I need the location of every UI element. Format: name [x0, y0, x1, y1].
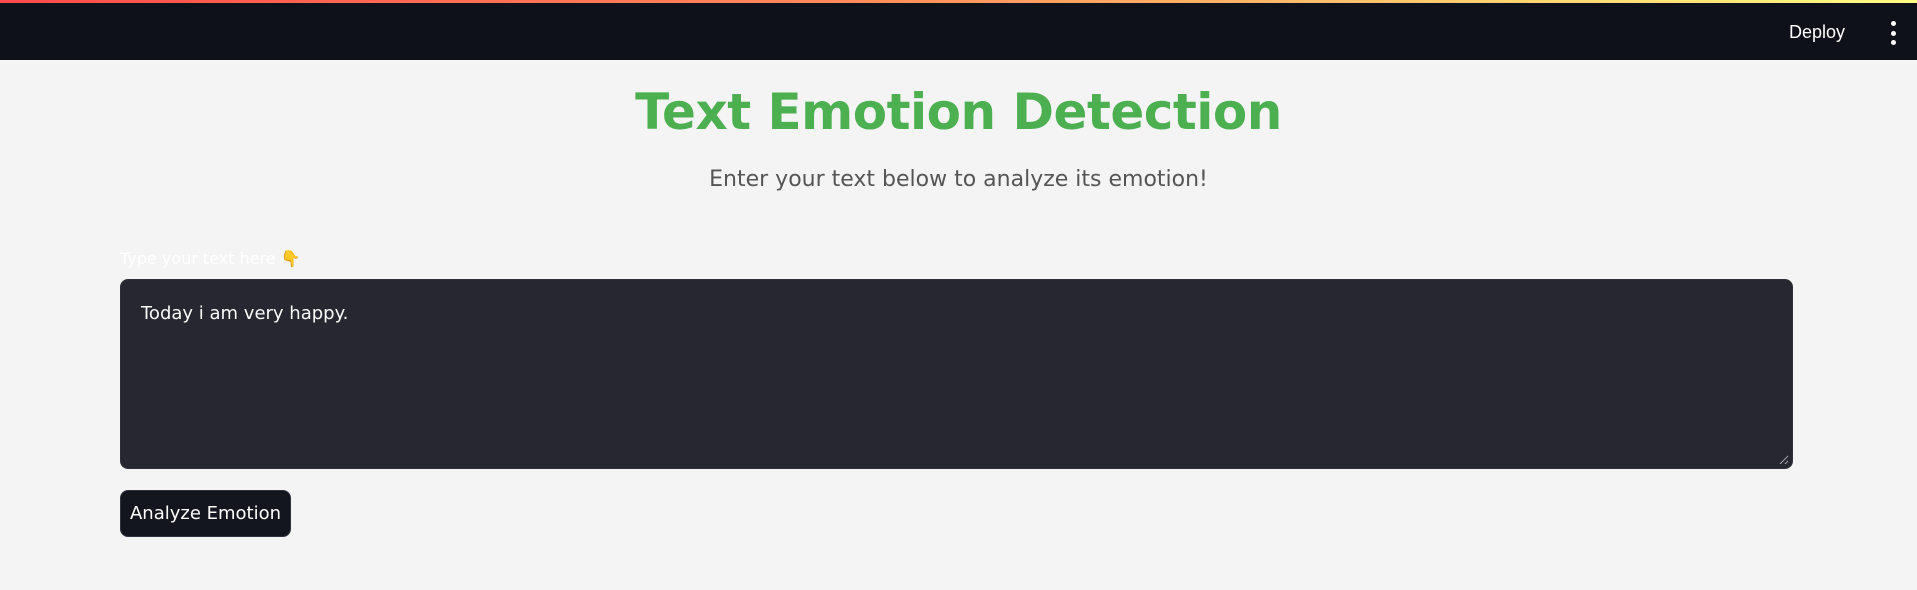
- text-input-label-text: Type your text here: [120, 249, 276, 268]
- pointing-down-icon: 👇: [280, 249, 301, 268]
- app-header: Deploy: [0, 3, 1917, 60]
- more-vertical-icon-dot-2: [1890, 30, 1896, 36]
- text-input-label: Type your text here 👇: [120, 248, 301, 270]
- main-menu-button[interactable]: [1883, 21, 1903, 45]
- more-vertical-icon-dot-3: [1890, 40, 1896, 45]
- deploy-button[interactable]: Deploy: [1789, 21, 1845, 43]
- page-title: Text Emotion Detection: [635, 83, 1282, 141]
- page-subtitle: Enter your text below to analyze its emo…: [709, 167, 1208, 192]
- emotion-text-input-value: Today i am very happy.: [141, 303, 349, 324]
- analyze-emotion-button[interactable]: Analyze Emotion: [120, 490, 291, 537]
- more-vertical-icon-dot-1: [1890, 21, 1896, 26]
- resize-handle-icon[interactable]: [1778, 454, 1788, 464]
- emotion-text-input[interactable]: Today i am very happy.: [120, 279, 1793, 469]
